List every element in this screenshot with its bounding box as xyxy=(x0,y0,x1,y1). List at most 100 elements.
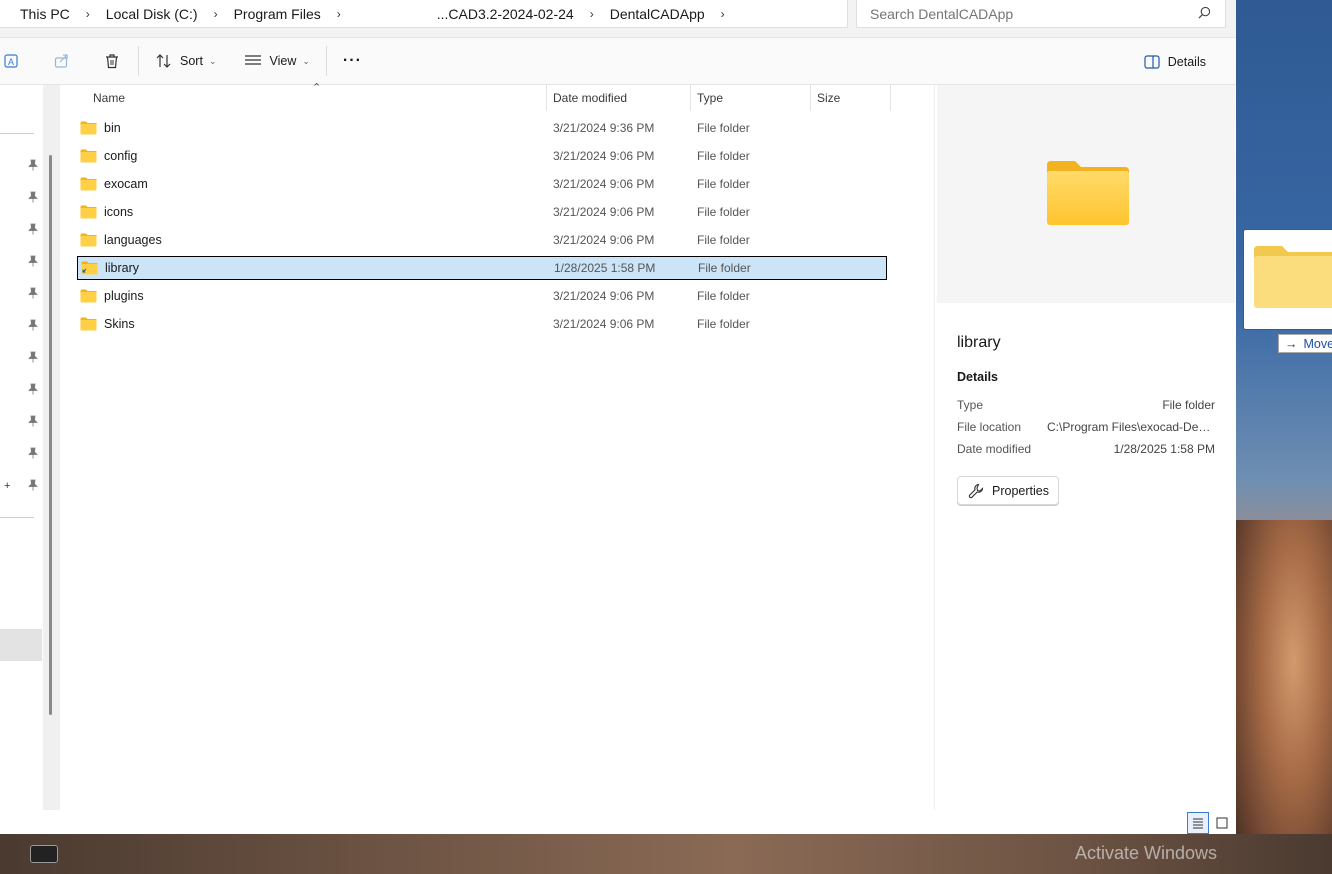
file-type: File folder xyxy=(697,177,750,191)
file-name: config xyxy=(104,149,138,163)
nav-scrollbar-thumb[interactable] xyxy=(49,155,52,715)
pin-icon[interactable] xyxy=(28,447,38,459)
breadcrumb-this-pc[interactable]: This PC xyxy=(20,6,70,22)
details-type-label: Type xyxy=(957,398,984,412)
chevron-right-icon[interactable]: › xyxy=(214,7,218,21)
table-row[interactable]: Skins 3/21/2024 9:06 PM File folder xyxy=(77,312,887,336)
search-icon[interactable] xyxy=(1198,6,1211,19)
delete-button[interactable] xyxy=(96,45,128,77)
pin-icon[interactable] xyxy=(28,159,38,171)
breadcrumb-exocad-folder[interactable]: ...CAD3.2-2024-02-24 xyxy=(437,6,574,22)
view-button[interactable]: View ⌄ xyxy=(236,45,317,77)
pin-icon[interactable] xyxy=(28,255,38,267)
table-row[interactable]: languages 3/21/2024 9:06 PM File folder xyxy=(77,228,887,252)
details-location-value[interactable]: C:\Program Files\exocad-Den... xyxy=(1047,420,1215,434)
file-date-modified: 1/28/2025 1:58 PM xyxy=(554,261,656,275)
pin-icon[interactable] xyxy=(28,351,38,363)
chevron-right-icon[interactable]: › xyxy=(337,7,341,21)
folder-icon xyxy=(80,121,97,135)
search-box[interactable] xyxy=(856,0,1226,28)
details-modified-row: Date modified 1/28/2025 1:58 PM xyxy=(957,442,1215,456)
folder-icon xyxy=(80,177,97,191)
details-modified-label: Date modified xyxy=(957,442,1032,456)
nav-selected-item[interactable] xyxy=(0,629,42,661)
table-row[interactable]: bin 3/21/2024 9:36 PM File folder xyxy=(77,116,887,140)
chevron-right-icon[interactable]: › xyxy=(86,7,90,21)
sort-button[interactable]: Sort ⌄ xyxy=(147,45,224,77)
nav-scrollbar[interactable] xyxy=(43,85,60,810)
column-header-size[interactable]: Size xyxy=(811,85,891,111)
details-pane-button[interactable]: Details xyxy=(1136,46,1214,78)
file-name: plugins xyxy=(104,289,144,303)
more-options-button[interactable]: ··· xyxy=(335,45,370,77)
chevron-down-icon: ⌄ xyxy=(302,55,310,66)
search-input[interactable] xyxy=(870,5,1190,22)
details-type-value: File folder xyxy=(1162,398,1215,412)
chevron-right-icon[interactable]: › xyxy=(721,7,725,21)
pin-icon[interactable] xyxy=(28,479,38,491)
file-date-modified: 3/21/2024 9:06 PM xyxy=(553,233,655,247)
arrow-right-icon: → xyxy=(1285,336,1298,351)
file-type: File folder xyxy=(697,233,750,247)
details-location-row: File location C:\Program Files\exocad-De… xyxy=(957,420,1215,434)
table-row[interactable]: plugins 3/21/2024 9:06 PM File folder xyxy=(77,284,887,308)
table-row[interactable]: config 3/21/2024 9:06 PM File folder xyxy=(77,144,887,168)
folder-icon xyxy=(80,289,97,303)
drag-preview xyxy=(1243,229,1332,330)
rename-icon: A xyxy=(4,54,18,68)
toolbar-divider xyxy=(138,46,139,76)
table-row[interactable]: icons 3/21/2024 9:06 PM File folder xyxy=(77,200,887,224)
folder-icon xyxy=(80,205,97,219)
desktop-rocks xyxy=(1236,520,1332,874)
taskbar-app-icon[interactable] xyxy=(30,845,58,863)
tiles-view-button[interactable] xyxy=(1212,812,1232,834)
trash-icon xyxy=(106,54,118,69)
file-name: icons xyxy=(104,205,134,219)
command-bar: A Sort ⌄ View ⌄ ··· Details xyxy=(0,38,1236,85)
column-header-type[interactable]: Type xyxy=(691,85,811,111)
table-row[interactable]: exocam 3/21/2024 9:06 PM File folder xyxy=(77,172,887,196)
pin-icon[interactable] xyxy=(28,191,38,203)
file-type: File folder xyxy=(698,261,751,275)
details-modified-value: 1/28/2025 1:58 PM xyxy=(1113,442,1215,456)
properties-button[interactable]: Properties xyxy=(957,476,1059,505)
address-bar: This PC › Local Disk (C:) › Program File… xyxy=(0,0,1236,38)
folder-icon xyxy=(1047,161,1129,225)
breadcrumb-program-files[interactable]: Program Files xyxy=(234,6,321,22)
preview-area xyxy=(937,85,1235,303)
move-tooltip-label: Move xyxy=(1303,336,1332,351)
pin-icon[interactable] xyxy=(28,287,38,299)
column-header-date[interactable]: Date modified xyxy=(547,85,691,111)
folder-icon xyxy=(80,233,97,247)
pin-icon[interactable] xyxy=(28,319,38,331)
sort-label: Sort xyxy=(180,54,203,68)
breadcrumb-local-disk[interactable]: Local Disk (C:) xyxy=(106,6,198,22)
pin-icon[interactable] xyxy=(28,383,38,395)
folder-icon xyxy=(1254,246,1332,308)
rename-button[interactable]: A xyxy=(0,45,28,77)
table-row[interactable]: library 1/28/2025 1:58 PM File folder xyxy=(77,256,887,280)
file-name: library xyxy=(105,261,140,275)
file-type: File folder xyxy=(697,205,750,219)
share-icon xyxy=(54,54,68,68)
pin-icon[interactable] xyxy=(28,223,38,235)
pin-icon[interactable] xyxy=(28,415,38,427)
details-type-row: Type File folder xyxy=(957,398,1215,412)
breadcrumb-dentalcadapp[interactable]: DentalCADApp xyxy=(610,6,705,22)
sort-icon xyxy=(156,54,171,68)
file-explorer-window: This PC › Local Disk (C:) › Program File… xyxy=(0,0,1236,834)
details-title: library xyxy=(957,334,1001,351)
wrench-icon xyxy=(968,483,984,498)
nav-divider xyxy=(0,133,34,134)
svg-text:A: A xyxy=(8,57,14,67)
share-button[interactable] xyxy=(46,45,78,77)
breadcrumb[interactable]: This PC › Local Disk (C:) › Program File… xyxy=(0,0,848,28)
properties-label: Properties xyxy=(992,483,1049,498)
status-bar xyxy=(0,810,1236,834)
file-type: File folder xyxy=(697,121,750,135)
details-pane: library Details Type File folder File lo… xyxy=(934,85,1236,810)
navigation-pane: + xyxy=(0,85,60,810)
chevron-right-icon[interactable]: › xyxy=(590,7,594,21)
column-header-name[interactable]: Name xyxy=(87,85,547,111)
details-view-button[interactable] xyxy=(1187,812,1209,834)
